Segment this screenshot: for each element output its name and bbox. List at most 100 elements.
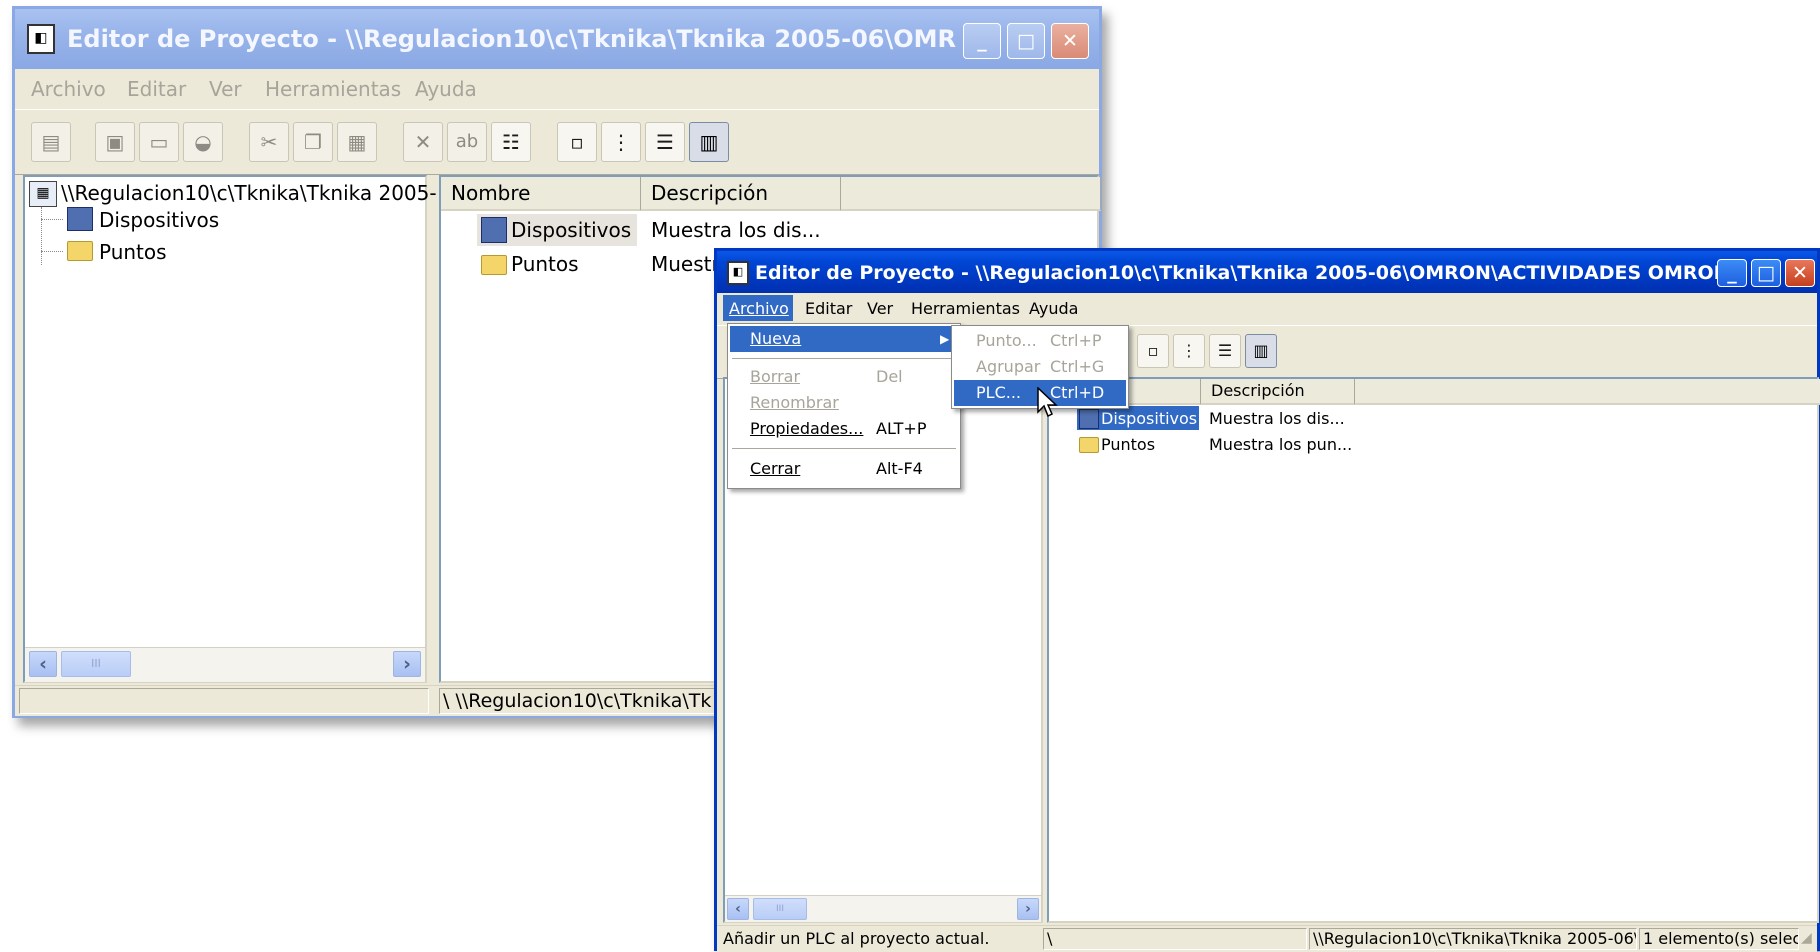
scroll-right-button[interactable]: › (393, 651, 421, 677)
mouse-cursor-icon (1037, 387, 1058, 418)
close-button[interactable]: ✕ (1785, 259, 1815, 287)
back-tree-hscrollbar[interactable]: ‹ III › (25, 647, 425, 682)
properties-icon[interactable]: ☷ (491, 122, 531, 162)
column-header-descripcion[interactable]: Descripción (641, 177, 841, 211)
menu-item-propiedades[interactable]: Propiedades... ALT+P (730, 416, 958, 442)
paste-icon[interactable]: ▦ (337, 122, 377, 162)
menu-item-nueva[interactable]: Nueva ▶ (730, 326, 958, 352)
project-icon: ▦ (29, 181, 57, 207)
list-row[interactable]: Dispositivos Muestra los dis... (1049, 405, 1820, 431)
menu-item-label: Punto... (976, 331, 1037, 350)
front-window: ◧ Editor de Proyecto - \\Regulacion10\c\… (714, 248, 1820, 952)
menu-separator (732, 358, 956, 359)
status-selection-count: 1 elemento(s) seleccic (1639, 928, 1799, 950)
devices-icon (1079, 409, 1099, 429)
front-window-titlebar[interactable]: ◧ Editor de Proyecto - \\Regulacion10\c\… (717, 251, 1817, 293)
scroll-thumb[interactable]: III (753, 898, 807, 920)
list-row[interactable]: Puntos Muestra los pun... (1049, 431, 1820, 457)
menu-herramientas[interactable]: Herramientas (265, 77, 401, 101)
column-header-nombre[interactable]: Nombre (441, 177, 641, 211)
group-icon[interactable]: ◒ (183, 122, 223, 162)
back-window-titlebar[interactable]: ◧ Editor de Proyecto - \\Regulacion10\c\… (15, 9, 1099, 69)
tree-line (41, 207, 43, 265)
menu-item-punto[interactable]: Punto... Ctrl+P (954, 328, 1126, 354)
maximize-button[interactable]: □ (1007, 23, 1045, 59)
close-button[interactable]: ✕ (1051, 23, 1089, 59)
menu-item-label: Renombrar (750, 393, 839, 412)
details-view-icon[interactable]: ▥ (689, 122, 729, 162)
open-project-icon[interactable]: ▤ (31, 122, 71, 162)
menu-ayuda[interactable]: Ayuda (1029, 299, 1078, 318)
scroll-left-button[interactable]: ‹ (727, 898, 749, 920)
menu-ver[interactable]: Ver (867, 299, 893, 318)
menu-herramientas[interactable]: Herramientas (911, 299, 1020, 318)
front-menubar: Archivo Editar Ver Herramientas Ayuda (717, 293, 1817, 323)
menu-ayuda[interactable]: Ayuda (415, 77, 477, 101)
menu-item-accelerator: ALT+P (876, 419, 927, 438)
tree-item-dispositivos[interactable]: Dispositivos (99, 208, 219, 232)
minimize-button[interactable]: _ (1717, 259, 1747, 287)
app-icon: ◧ (727, 261, 749, 285)
devices-icon (481, 217, 507, 243)
archivo-menu: Nueva ▶ Borrar Del Renombrar Propiedades… (727, 323, 961, 489)
resize-grip-icon[interactable]: ◢ (1801, 930, 1817, 948)
front-window-title: Editor de Proyecto - \\Regulacion10\c\Tk… (755, 262, 1735, 284)
folder-icon[interactable]: ▭ (139, 122, 179, 162)
back-menubar: Archivo Editar Ver Herramientas Ayuda (15, 71, 1099, 105)
status-message: Añadir un PLC al proyecto actual. (723, 929, 990, 948)
back-tree-pane[interactable]: ▦ \\Regulacion10\c\Tknika\Tknika 2005- D… (23, 175, 437, 683)
menu-item-label: PLC... (976, 383, 1021, 402)
column-header-label: Descripción (651, 181, 769, 205)
menu-item-cerrar[interactable]: Cerrar Alt-F4 (730, 456, 958, 482)
large-icons-view-icon[interactable]: ▫ (557, 122, 597, 162)
menu-item-renombrar[interactable]: Renombrar (730, 390, 958, 416)
folder-icon (481, 255, 507, 275)
row-description: Muestra los dis... (651, 218, 821, 242)
large-icons-view-icon[interactable]: ▫ (1137, 334, 1169, 368)
app-icon: ◧ (27, 24, 55, 54)
menu-item-label: Cerrar (750, 459, 801, 478)
front-tree-hscrollbar[interactable]: ‹ III › (725, 895, 1041, 922)
menu-ver[interactable]: Ver (209, 77, 242, 101)
details-view-icon[interactable]: ▥ (1245, 334, 1277, 368)
submenu-arrow-icon: ▶ (940, 332, 950, 346)
menu-item-label: Borrar (750, 367, 801, 386)
front-list-pane[interactable]: Descripción Dispositivos Muestra los dis… (1047, 377, 1820, 923)
tree-root-label[interactable]: \\Regulacion10\c\Tknika\Tknika 2005- (61, 181, 437, 205)
small-icons-view-icon[interactable]: ⋮ (601, 122, 641, 162)
tree-item-puntos[interactable]: Puntos (99, 240, 167, 264)
scroll-right-button[interactable]: › (1017, 898, 1039, 920)
scroll-thumb[interactable]: III (61, 651, 131, 677)
list-view-icon[interactable]: ☰ (645, 122, 685, 162)
menu-item-borrar[interactable]: Borrar Del (730, 364, 958, 390)
menu-item-accelerator: Ctrl+G (1050, 357, 1105, 376)
menu-archivo[interactable]: Archivo (31, 77, 106, 101)
small-icons-view-icon[interactable]: ⋮ (1173, 334, 1205, 368)
copy-icon[interactable]: ❐ (293, 122, 333, 162)
tree-line (41, 251, 63, 253)
status-separator: \ (1043, 928, 1307, 950)
status-path: \\Regulacion10\c\Tknika\Tknika 2005-06\O (1309, 928, 1637, 950)
rename-icon[interactable]: ab (447, 122, 487, 162)
menu-editar[interactable]: Editar (127, 77, 186, 101)
row-name: Puntos (1101, 435, 1156, 454)
menu-archivo[interactable]: Archivo (729, 299, 789, 318)
list-view-icon[interactable]: ☰ (1209, 334, 1241, 368)
list-row[interactable]: Dispositivos Muestra los dis... (441, 213, 1101, 247)
new-device-icon[interactable]: ▣ (95, 122, 135, 162)
column-header-descripcion[interactable]: Descripción (1201, 379, 1355, 405)
maximize-button[interactable]: □ (1751, 259, 1781, 287)
status-cell-empty (19, 688, 429, 714)
scroll-left-button[interactable]: ‹ (29, 651, 57, 677)
status-path: \ \\Regulacion10\c\Tknika\Tk (439, 688, 739, 714)
row-description: Muestra los dis... (1209, 409, 1345, 428)
column-header-label: Nombre (451, 181, 531, 205)
folder-icon (1079, 437, 1099, 453)
minimize-button[interactable]: _ (963, 23, 1001, 59)
cut-icon[interactable]: ✂ (249, 122, 289, 162)
delete-icon[interactable]: ✕ (403, 122, 443, 162)
menu-editar[interactable]: Editar (805, 299, 852, 318)
menu-separator (732, 448, 956, 449)
menu-item-accelerator: Alt-F4 (876, 459, 923, 478)
menu-item-agrupar[interactable]: Agrupar Ctrl+G (954, 354, 1126, 380)
